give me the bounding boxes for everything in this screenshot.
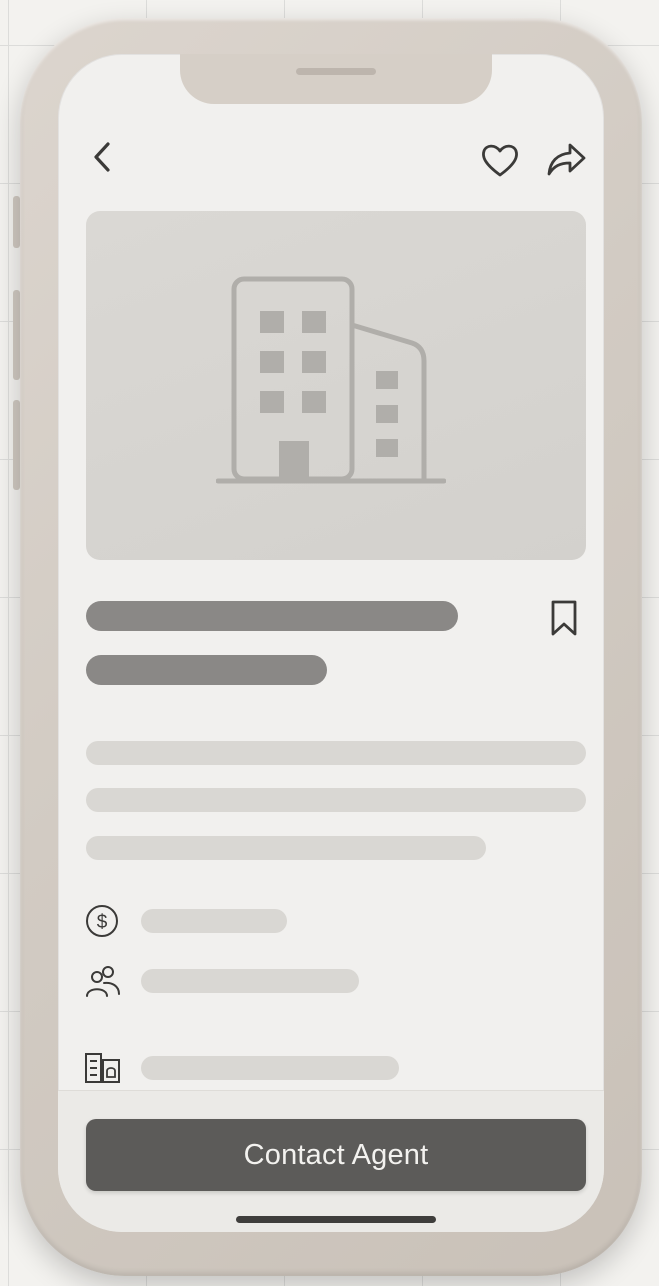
phone-side-button-volume-up xyxy=(13,290,20,380)
phone-screen: $ Contact Agent xyxy=(58,54,604,1232)
phone-notch xyxy=(180,54,492,104)
bookmark-icon[interactable] xyxy=(549,599,579,637)
share-icon[interactable] xyxy=(546,140,588,178)
building-icon xyxy=(216,271,446,486)
price-skeleton xyxy=(141,909,287,933)
title-skeleton-line-1 xyxy=(86,601,458,631)
description-skeleton-line-3 xyxy=(86,836,486,860)
phone-side-button-volume-down xyxy=(13,400,20,490)
floor-plan-skeleton xyxy=(141,1056,399,1080)
floor-plan-icon xyxy=(84,1051,122,1085)
property-image-placeholder[interactable] xyxy=(86,211,586,560)
earpiece-speaker xyxy=(296,68,376,75)
svg-text:$: $ xyxy=(97,912,108,933)
phone-frame: $ Contact Agent xyxy=(20,18,642,1276)
footer-bar: Contact Agent xyxy=(58,1090,604,1232)
contact-agent-button[interactable]: Contact Agent xyxy=(86,1119,586,1191)
dollar-circle-icon: $ xyxy=(84,903,120,939)
description-skeleton-line-1 xyxy=(86,741,586,765)
people-icon xyxy=(84,964,122,998)
phone-side-button-silent xyxy=(13,196,20,248)
occupancy-skeleton xyxy=(141,969,359,993)
home-indicator[interactable] xyxy=(236,1216,436,1223)
heart-icon[interactable] xyxy=(480,142,520,178)
description-skeleton-line-2 xyxy=(86,788,586,812)
title-skeleton-line-2 xyxy=(86,655,327,685)
back-icon[interactable] xyxy=(90,140,116,174)
